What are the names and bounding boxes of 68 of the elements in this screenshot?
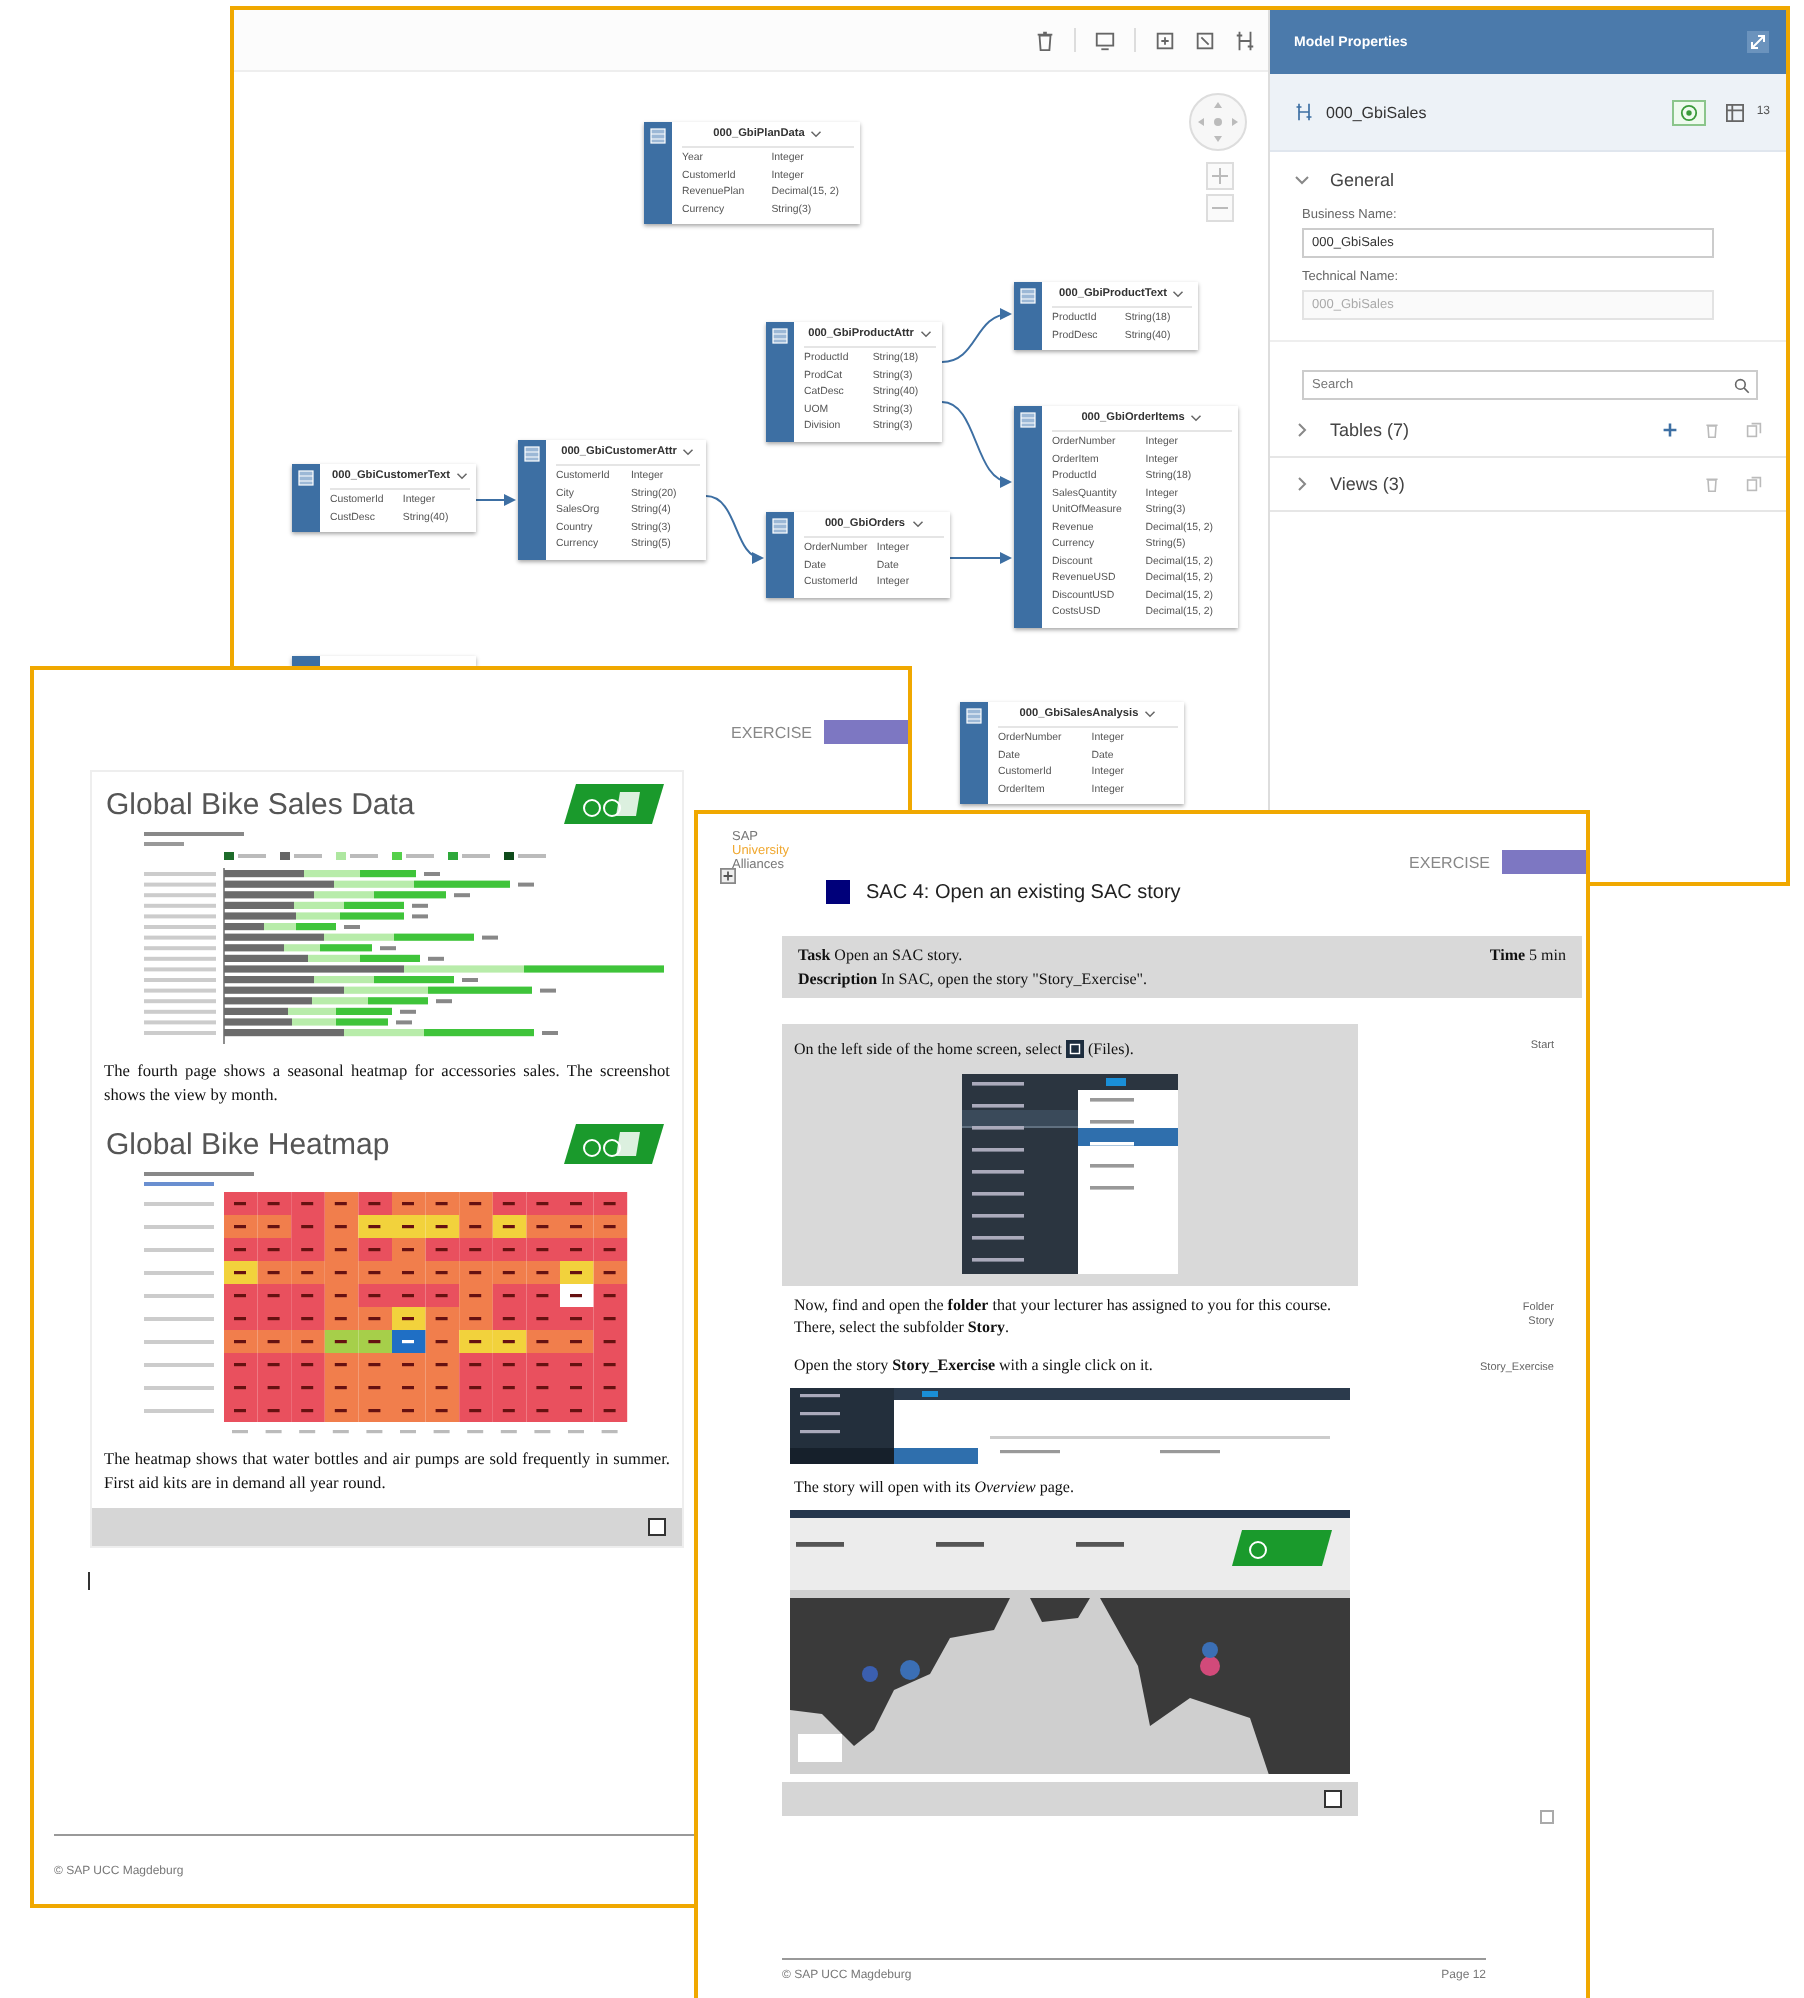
time-text: Time 5 min <box>1489 946 1566 964</box>
instruction-text: The story will open with its Overview page. <box>794 1476 1076 1498</box>
preview-button[interactable] <box>1672 99 1707 125</box>
trash-icon[interactable] <box>1034 29 1056 51</box>
hierarchy-icon <box>1294 102 1314 122</box>
frame-icon[interactable] <box>1194 29 1216 51</box>
instruction-text: Open the story Story_Exercise with a single click on it. <box>794 1354 1155 1376</box>
chevron-down-icon[interactable] <box>1172 290 1185 298</box>
add-icon[interactable] <box>1662 422 1678 438</box>
table-icon <box>772 518 788 534</box>
exercise-bar <box>1502 850 1586 874</box>
connector-arrow <box>705 495 764 562</box>
table-node[interactable] <box>292 656 476 666</box>
table-icon <box>966 708 982 724</box>
table-icon <box>772 328 788 344</box>
exercise-label: EXERCISE <box>1409 853 1490 871</box>
chevron-down-icon[interactable] <box>810 130 823 138</box>
files-icon <box>1065 1040 1084 1058</box>
model-name: 000_GbiSales <box>1326 103 1429 121</box>
plus-icon[interactable] <box>720 868 736 884</box>
description-text: Description In SAC, open the story "Story_Exercise". <box>798 970 1150 988</box>
instruction-text: Now, find and open the folder that your lecturer has assigned to you for this course. There, select the subfolder Story. <box>794 1294 1334 1338</box>
bike-logo-icon <box>562 784 666 824</box>
chevron-icon[interactable] <box>1294 172 1310 188</box>
chevron-down-icon[interactable] <box>682 448 695 456</box>
table-icon <box>1020 412 1036 428</box>
section-title: General <box>1330 170 1395 190</box>
group-title[interactable]: Tables (7) <box>1330 420 1636 440</box>
instruction-text: On the left side of the home screen, select <box>794 1040 1062 1058</box>
chevron-down-icon[interactable] <box>455 472 468 480</box>
table-icon[interactable] <box>1726 103 1745 121</box>
task-text: Task Open an SAC story. <box>798 946 963 964</box>
checkbox[interactable] <box>1324 1790 1342 1808</box>
table-icon <box>298 470 314 486</box>
monitor-icon[interactable] <box>1094 29 1116 51</box>
slide-title: Global Bike Heatmap <box>106 1127 390 1161</box>
square-icon <box>826 880 850 904</box>
expand-icon[interactable] <box>1746 30 1770 54</box>
table-icon <box>650 128 666 144</box>
chevron-down-icon[interactable] <box>1190 414 1203 422</box>
text-cursor <box>88 1572 90 1590</box>
target-icon <box>1680 103 1699 121</box>
frame-icon[interactable] <box>1154 29 1176 51</box>
bike-logo-icon <box>562 1124 666 1164</box>
checkbox[interactable] <box>1540 1810 1554 1824</box>
connector-arrow <box>475 494 516 506</box>
connector-arrow <box>949 552 1012 564</box>
connector-arrow <box>941 401 1012 486</box>
chevron-icon[interactable] <box>1294 422 1310 438</box>
paragraph: The fourth page shows a seasonal heatmap for accessories sales. The screenshot shows the view by month. <box>104 1060 670 1108</box>
table-node[interactable] <box>1014 406 1238 627</box>
search-icon <box>1734 377 1750 393</box>
table-icon <box>1020 288 1036 304</box>
paragraph: The heatmap shows that water bottles and air pumps are sold frequently in summer. First aid kits are in demand all year round. <box>104 1448 670 1496</box>
hierarchy-icon[interactable] <box>1234 29 1256 51</box>
chevron-down-icon[interactable] <box>919 330 932 338</box>
exercise-title: SAC 4: Open an existing SAC story <box>866 881 1181 903</box>
exercise-label: EXERCISE <box>731 723 812 741</box>
slide-title: Global Bike Sales Data <box>106 787 415 821</box>
chevron-icon[interactable] <box>1294 476 1310 492</box>
instruction-text: (Files). <box>1087 1040 1134 1058</box>
table-icon <box>524 446 540 462</box>
checkbox[interactable] <box>648 1518 666 1536</box>
connector-arrow <box>941 309 1012 363</box>
exercise-bar <box>824 720 908 744</box>
chevron-down-icon[interactable] <box>911 520 924 528</box>
group-title[interactable]: Views (3) <box>1330 474 1678 494</box>
chevron-down-icon[interactable] <box>1144 710 1157 718</box>
